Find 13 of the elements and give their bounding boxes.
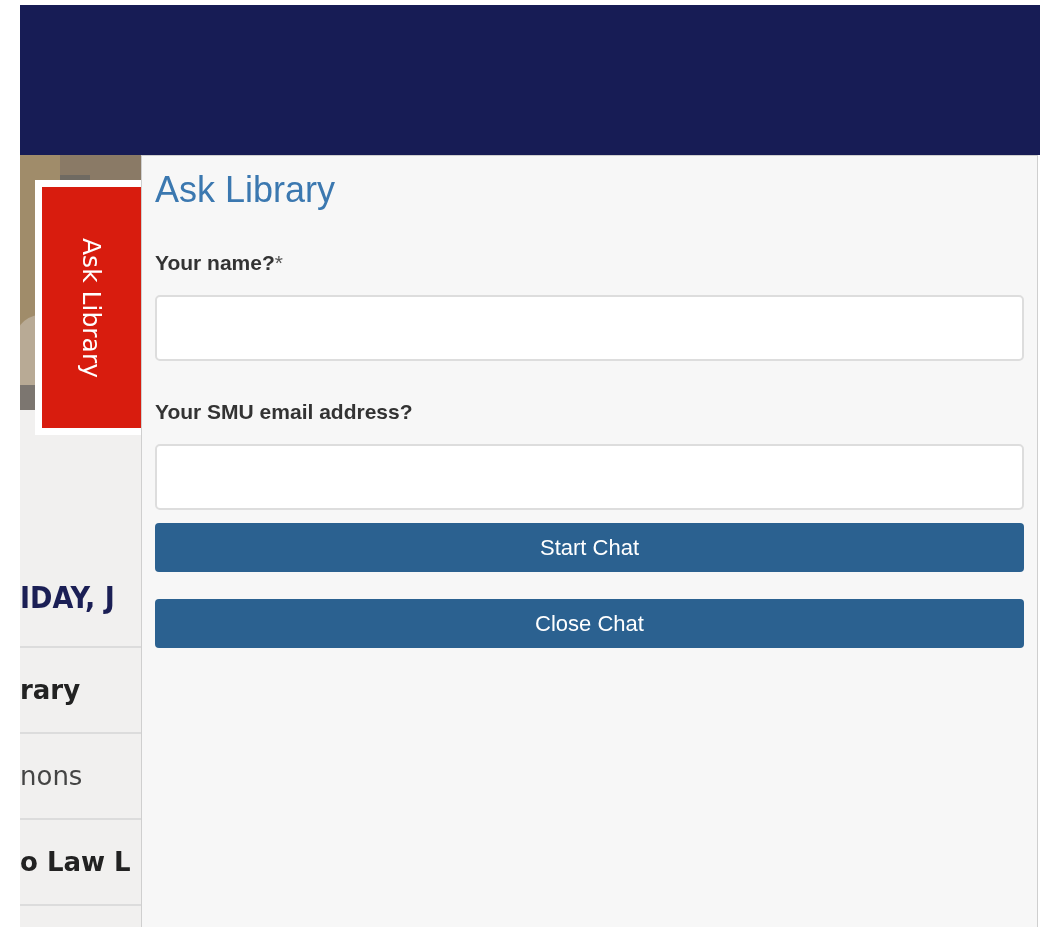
chat-button[interactable]: Start Chat <box>155 523 1024 572</box>
date-heading: IDAY, J <box>20 579 116 617</box>
list-item[interactable]: nons <box>20 761 83 791</box>
required-mark: * <box>274 251 283 275</box>
field-label: Your SMU email address? <box>155 400 413 424</box>
input-field[interactable] <box>155 295 1024 361</box>
list-item[interactable]: o Law L <box>20 847 131 877</box>
field-label: Your name? <box>155 251 275 275</box>
chat-button[interactable]: Close Chat <box>155 599 1024 648</box>
chat-tab[interactable]: Ask Library <box>35 180 141 435</box>
panel-title: Ask Library <box>155 168 337 212</box>
input-field[interactable] <box>155 444 1024 510</box>
list-item[interactable]: rary <box>20 675 81 705</box>
